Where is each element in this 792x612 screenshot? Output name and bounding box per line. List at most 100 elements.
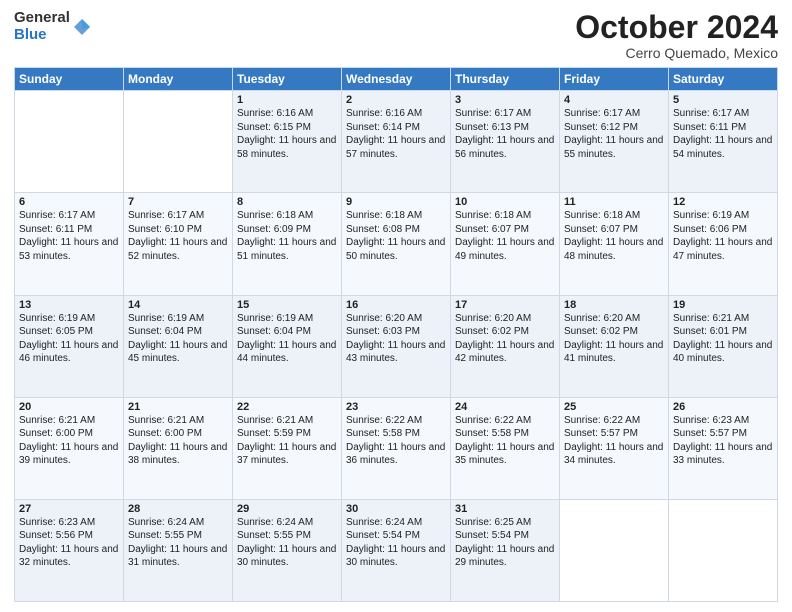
calendar-day-header: Sunday <box>15 68 124 91</box>
day-number: 25 <box>564 401 664 413</box>
day-info: Sunrise: 6:22 AMSunset: 5:58 PMDaylight:… <box>346 414 446 468</box>
day-info: Sunrise: 6:18 AMSunset: 6:09 PMDaylight:… <box>237 209 337 263</box>
day-info: Sunrise: 6:22 AMSunset: 5:58 PMDaylight:… <box>455 414 555 468</box>
day-info: Sunrise: 6:16 AMSunset: 6:15 PMDaylight:… <box>237 107 337 161</box>
calendar-cell: 26Sunrise: 6:23 AMSunset: 5:57 PMDayligh… <box>669 397 778 499</box>
calendar-week-row: 20 Sunrise: 6:21 AMSunset: 6:00 PMDayligh… <box>15 397 778 499</box>
day-number: 19 <box>673 299 773 311</box>
calendar-cell: 24Sunrise: 6:22 AMSunset: 5:58 PMDayligh… <box>451 397 560 499</box>
day-info: Sunrise: 6:25 AMSunset: 5:54 PMDaylight:… <box>455 516 555 570</box>
logo-text: General Blue <box>14 10 70 43</box>
calendar-cell <box>15 91 124 193</box>
calendar-cell: 6Sunrise: 6:17 AMSunset: 6:11 PMDaylight… <box>15 193 124 295</box>
day-number: 1 <box>237 94 337 106</box>
day-info: Sunrise: 6:21 AMSunset: 6:00 PMDaylight:… <box>128 414 228 468</box>
day-number: 9 <box>346 196 446 208</box>
day-number: 5 <box>673 94 773 106</box>
day-info: Sunrise: 6:24 AMSunset: 5:54 PMDaylight:… <box>346 516 446 570</box>
day-info: Sunrise: 6:19 AMSunset: 6:04 PMDaylight:… <box>237 312 337 366</box>
day-info: Sunrise: 6:23 AMSunset: 5:56 PMDaylight:… <box>19 516 119 570</box>
day-info: Sunrise: 6:20 AMSunset: 6:02 PMDaylight:… <box>564 312 664 366</box>
calendar-cell: 13Sunrise: 6:19 AMSunset: 6:05 PMDayligh… <box>15 295 124 397</box>
day-info: Sunrise: 6:22 AMSunset: 5:57 PMDaylight:… <box>564 414 664 468</box>
calendar-cell: 22Sunrise: 6:21 AMSunset: 5:59 PMDayligh… <box>233 397 342 499</box>
day-number: 20 <box>19 401 119 413</box>
calendar-day-header: Wednesday <box>342 68 451 91</box>
calendar-day-header: Tuesday <box>233 68 342 91</box>
day-info: Sunrise: 6:21 AMSunset: 6:01 PMDaylight:… <box>673 312 773 366</box>
calendar-cell: 19Sunrise: 6:21 AMSunset: 6:01 PMDayligh… <box>669 295 778 397</box>
day-info: Sunrise: 6:19 AMSunset: 6:04 PMDaylight:… <box>128 312 228 366</box>
day-info: Sunrise: 6:17 AMSunset: 6:13 PMDaylight:… <box>455 107 555 161</box>
calendar-cell: 8Sunrise: 6:18 AMSunset: 6:09 PMDaylight… <box>233 193 342 295</box>
calendar-cell: 10Sunrise: 6:18 AMSunset: 6:07 PMDayligh… <box>451 193 560 295</box>
calendar-cell: 7Sunrise: 6:17 AMSunset: 6:10 PMDaylight… <box>124 193 233 295</box>
day-number: 26 <box>673 401 773 413</box>
day-info: Sunrise: 6:18 AMSunset: 6:07 PMDaylight:… <box>564 209 664 263</box>
day-number: 14 <box>128 299 228 311</box>
logo-icon <box>72 17 92 37</box>
day-number: 16 <box>346 299 446 311</box>
calendar-cell: 31Sunrise: 6:25 AMSunset: 5:54 PMDayligh… <box>451 499 560 601</box>
day-number: 12 <box>673 196 773 208</box>
day-number: 18 <box>564 299 664 311</box>
calendar-day-header: Monday <box>124 68 233 91</box>
calendar-cell <box>124 91 233 193</box>
day-number: 10 <box>455 196 555 208</box>
calendar-cell <box>560 499 669 601</box>
calendar-cell: 9Sunrise: 6:18 AMSunset: 6:08 PMDaylight… <box>342 193 451 295</box>
day-number: 15 <box>237 299 337 311</box>
title-block: October 2024 Cerro Quemado, Mexico <box>575 10 778 61</box>
calendar-day-header: Thursday <box>451 68 560 91</box>
calendar-cell: 27Sunrise: 6:23 AMSunset: 5:56 PMDayligh… <box>15 499 124 601</box>
day-info: Sunrise: 6:23 AMSunset: 5:57 PMDaylight:… <box>673 414 773 468</box>
calendar-cell: 2Sunrise: 6:16 AMSunset: 6:14 PMDaylight… <box>342 91 451 193</box>
calendar-week-row: 27Sunrise: 6:23 AMSunset: 5:56 PMDayligh… <box>15 499 778 601</box>
calendar-cell: 29Sunrise: 6:24 AMSunset: 5:55 PMDayligh… <box>233 499 342 601</box>
calendar-week-row: 6Sunrise: 6:17 AMSunset: 6:11 PMDaylight… <box>15 193 778 295</box>
day-info: Sunrise: 6:20 AMSunset: 6:03 PMDaylight:… <box>346 312 446 366</box>
day-info: Sunrise: 6:18 AMSunset: 6:07 PMDaylight:… <box>455 209 555 263</box>
day-info: Sunrise: 6:20 AMSunset: 6:02 PMDaylight:… <box>455 312 555 366</box>
day-info: Sunrise: 6:17 AMSunset: 6:11 PMDaylight:… <box>19 209 119 263</box>
day-info: Sunrise: 6:17 AMSunset: 6:12 PMDaylight:… <box>564 107 664 161</box>
calendar-day-header: Friday <box>560 68 669 91</box>
day-number: 28 <box>128 503 228 515</box>
day-number: 6 <box>19 196 119 208</box>
day-number: 30 <box>346 503 446 515</box>
calendar-cell: 4Sunrise: 6:17 AMSunset: 6:12 PMDaylight… <box>560 91 669 193</box>
location: Cerro Quemado, Mexico <box>575 45 778 61</box>
calendar-cell: 25Sunrise: 6:22 AMSunset: 5:57 PMDayligh… <box>560 397 669 499</box>
calendar-cell: 28Sunrise: 6:24 AMSunset: 5:55 PMDayligh… <box>124 499 233 601</box>
day-info: Sunrise: 6:24 AMSunset: 5:55 PMDaylight:… <box>128 516 228 570</box>
day-number: 11 <box>564 196 664 208</box>
day-number: 4 <box>564 94 664 106</box>
calendar-cell: 1Sunrise: 6:16 AMSunset: 6:15 PMDaylight… <box>233 91 342 193</box>
logo: General Blue <box>14 10 92 43</box>
calendar-cell: 20Sunrise: 6:21 AMSunset: 6:00 PMDayligh… <box>15 397 124 499</box>
day-number: 29 <box>237 503 337 515</box>
day-number: 7 <box>128 196 228 208</box>
calendar-cell: 5Sunrise: 6:17 AMSunset: 6:11 PMDaylight… <box>669 91 778 193</box>
day-info: Sunrise: 6:19 AMSunset: 6:06 PMDaylight:… <box>673 209 773 263</box>
calendar-day-header: Saturday <box>669 68 778 91</box>
calendar-cell: 21Sunrise: 6:21 AMSunset: 6:00 PMDayligh… <box>124 397 233 499</box>
day-number: 22 <box>237 401 337 413</box>
calendar-cell: 12Sunrise: 6:19 AMSunset: 6:06 PMDayligh… <box>669 193 778 295</box>
day-number: 2 <box>346 94 446 106</box>
calendar-cell: 23Sunrise: 6:22 AMSunset: 5:58 PMDayligh… <box>342 397 451 499</box>
day-info: Sunrise: 6:19 AMSunset: 6:05 PMDaylight:… <box>19 312 119 366</box>
page: General Blue October 2024 Cerro Quemado,… <box>0 0 792 612</box>
day-info: Sunrise: 6:16 AMSunset: 6:14 PMDaylight:… <box>346 107 446 161</box>
calendar-week-row: 1Sunrise: 6:16 AMSunset: 6:15 PMDaylight… <box>15 91 778 193</box>
calendar-cell: 14Sunrise: 6:19 AMSunset: 6:04 PMDayligh… <box>124 295 233 397</box>
header: General Blue October 2024 Cerro Quemado,… <box>14 10 778 61</box>
day-info: Sunrise: 6:21 AMSunset: 5:59 PMDaylight:… <box>237 414 337 468</box>
day-info: Sunrise: 6:17 AMSunset: 6:10 PMDaylight:… <box>128 209 228 263</box>
day-number: 27 <box>19 503 119 515</box>
calendar-cell: 18Sunrise: 6:20 AMSunset: 6:02 PMDayligh… <box>560 295 669 397</box>
day-number: 23 <box>346 401 446 413</box>
calendar-cell: 30Sunrise: 6:24 AMSunset: 5:54 PMDayligh… <box>342 499 451 601</box>
day-number: 31 <box>455 503 555 515</box>
month-title: October 2024 <box>575 10 778 45</box>
